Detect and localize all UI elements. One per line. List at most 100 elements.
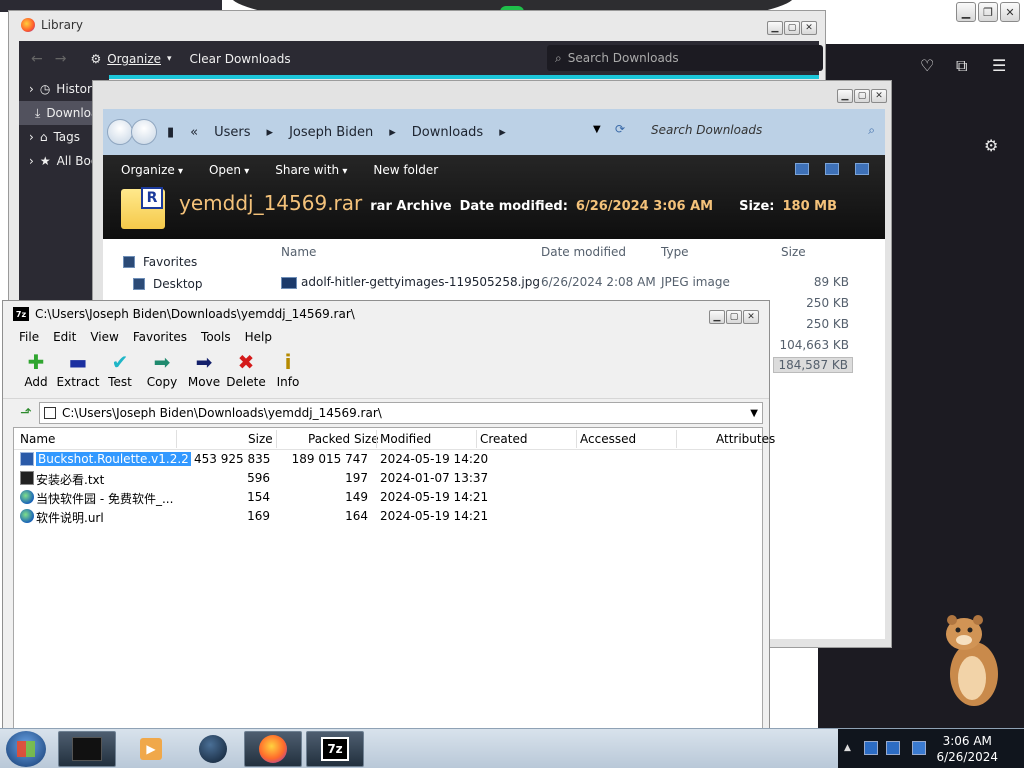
tray-active-icon[interactable] — [912, 741, 926, 755]
menu-view[interactable]: View — [90, 330, 118, 344]
menu-icon[interactable]: ☰ — [992, 56, 1006, 75]
taskbar-app-globe[interactable] — [184, 731, 242, 767]
minimize-button[interactable]: ▁ — [956, 2, 976, 22]
breadcrumb-users[interactable]: Users — [214, 125, 250, 140]
views-icon[interactable] — [795, 163, 809, 175]
address-bar: ▮ « Users ▸ Joseph Biden ▸ Downloads ▸ ▼ ⟳ … — [103, 109, 885, 155]
desktop-icon — [133, 278, 145, 290]
close-button[interactable]: ✕ — [1000, 2, 1020, 22]
column-type[interactable]: Type — [661, 245, 689, 259]
pocket-icon[interactable]: ♡ — [920, 56, 934, 75]
history-dropdown[interactable]: ▼ — [593, 124, 601, 135]
menu-favorites[interactable]: Favorites — [133, 330, 187, 344]
library-title: Library — [41, 18, 83, 32]
clock-icon: ◷ — [39, 82, 51, 96]
text-file-icon — [20, 471, 34, 485]
organize-menu[interactable]: ⚙ Organize ▾ — [90, 52, 171, 66]
forward-arrow-icon[interactable]: → — [55, 51, 67, 67]
library-toolbar: ← → ⚙ Organize ▾ Clear Downloads ⌕ Search… — [19, 41, 823, 77]
refresh-icon[interactable]: ⟳ — [615, 122, 625, 136]
column-packed-size[interactable]: Packed Size — [308, 432, 379, 446]
add-button[interactable]: ✚ Add — [15, 347, 57, 398]
details-pane: yemddj_14569.rar rar Archive Date modifi… — [179, 191, 838, 215]
path-field[interactable]: C:\Users\Joseph Biden\Downloads\yemddj_1… — [39, 402, 763, 424]
minimize-button[interactable]: ▁ — [709, 310, 725, 324]
path-dropdown-icon[interactable]: ▼ — [750, 408, 758, 419]
taskbar-app-firefox[interactable] — [244, 731, 302, 767]
share-with-button[interactable]: Share with — [275, 163, 347, 177]
column-name[interactable]: Name — [20, 432, 55, 446]
search-box[interactable]: Search Downloads ⌕ — [651, 119, 881, 141]
start-button[interactable] — [6, 731, 46, 767]
file-row[interactable]: adolf-hitler-gettyimages-119505258.jpg 6… — [279, 273, 879, 294]
tray-network-icon[interactable] — [886, 741, 900, 755]
delete-button[interactable]: ✖ Delete — [225, 347, 267, 398]
menu-tools[interactable]: Tools — [201, 330, 231, 344]
column-date-modified[interactable]: Date modified — [541, 245, 626, 259]
taskbar-app-console[interactable] — [58, 731, 116, 767]
maximize-button[interactable]: ▢ — [726, 310, 742, 324]
archive-row[interactable]: 软件说明.url 169 164 2024-05-19 14:21 — [14, 507, 762, 526]
maximize-button[interactable]: ❐ — [978, 2, 998, 22]
extract-button[interactable]: ▬ Extract — [57, 347, 100, 398]
system-tray: ▲ 3:06 AM 6/26/2024 — [838, 729, 1024, 768]
maximize-button[interactable]: ▢ — [784, 21, 800, 35]
maximize-button[interactable]: ▢ — [854, 89, 870, 103]
column-name[interactable]: Name — [281, 245, 316, 259]
move-button[interactable]: ➡ Move — [183, 347, 225, 398]
nav-item-desktop[interactable]: Desktop — [123, 273, 203, 295]
breadcrumb-downloads[interactable]: Downloads — [412, 125, 483, 140]
column-accessed[interactable]: Accessed — [580, 432, 636, 446]
minimize-button[interactable]: ▁ — [837, 89, 853, 103]
back-arrow-icon[interactable]: ← — [31, 51, 43, 67]
close-button[interactable]: ✕ — [801, 21, 817, 35]
back-button[interactable] — [107, 119, 133, 145]
close-button[interactable]: ✕ — [871, 89, 887, 103]
image-file-icon — [281, 277, 297, 289]
show-hidden-icons[interactable]: ▲ — [844, 743, 851, 753]
test-button[interactable]: ✔ Test — [99, 347, 141, 398]
plus-icon: ✚ — [27, 350, 45, 374]
taskbar-app-7zip[interactable]: 7z — [306, 731, 364, 767]
column-attributes[interactable]: Attributes — [716, 432, 775, 446]
download-progress-accent — [109, 75, 819, 79]
menu-edit[interactable]: Edit — [53, 330, 76, 344]
search-downloads-field[interactable]: ⌕ Search Downloads — [547, 45, 823, 71]
archive-row[interactable]: 当快软件园 - 免费软件_... 154 149 2024-05-19 14:2… — [14, 488, 762, 507]
url-file-icon — [20, 490, 34, 504]
clock[interactable]: 3:06 AM 6/26/2024 — [936, 733, 998, 765]
minimize-button[interactable]: ▁ — [767, 21, 783, 35]
url-file-icon — [20, 509, 34, 523]
breadcrumb-joseph-biden[interactable]: Joseph Biden — [289, 125, 373, 140]
clear-downloads-button[interactable]: Clear Downloads — [190, 52, 291, 66]
settings-gear-icon[interactable]: ⚙ — [984, 136, 998, 155]
up-folder-icon[interactable]: ⬏ — [13, 402, 39, 424]
globe-icon — [199, 735, 227, 763]
preview-pane-icon[interactable] — [825, 163, 839, 175]
column-modified[interactable]: Modified — [380, 432, 431, 446]
archive-row[interactable]: 安装必看.txt 596 197 2024-01-07 13:37 — [14, 469, 762, 488]
column-size[interactable]: Size — [248, 432, 273, 446]
nav-item-favorites[interactable]: Favorites — [123, 251, 203, 273]
breadcrumb: ▮ « Users ▸ Joseph Biden ▸ Downloads ▸ — [167, 124, 506, 140]
archive-icon — [44, 407, 56, 419]
forward-button[interactable] — [131, 119, 157, 145]
close-button[interactable]: ✕ — [743, 310, 759, 324]
copy-button[interactable]: ➡ Copy — [141, 347, 183, 398]
open-button[interactable]: Open — [209, 163, 249, 177]
tray-app-icon[interactable] — [864, 741, 878, 755]
delete-x-icon: ✖ — [237, 350, 255, 374]
info-button[interactable]: i Info — [267, 347, 309, 398]
list-header: Name Size Packed Size Modified Created A… — [14, 428, 775, 450]
column-created[interactable]: Created — [480, 432, 528, 446]
organize-button[interactable]: Organize — [121, 163, 183, 177]
extensions-icon[interactable]: ⧉ — [956, 56, 967, 76]
column-size[interactable]: Size — [781, 245, 806, 259]
path-bar: ⬏ C:\Users\Joseph Biden\Downloads\yemddj… — [13, 401, 763, 425]
help-icon[interactable] — [855, 163, 869, 175]
menu-help[interactable]: Help — [245, 330, 272, 344]
menu-file[interactable]: File — [19, 330, 39, 344]
taskbar-app-media-player[interactable]: ▶ — [122, 731, 180, 767]
new-folder-button[interactable]: New folder — [373, 163, 438, 177]
archive-row-selected[interactable]: Buckshot.Roulette.v1.2.2 453 925 835 189… — [14, 450, 762, 469]
